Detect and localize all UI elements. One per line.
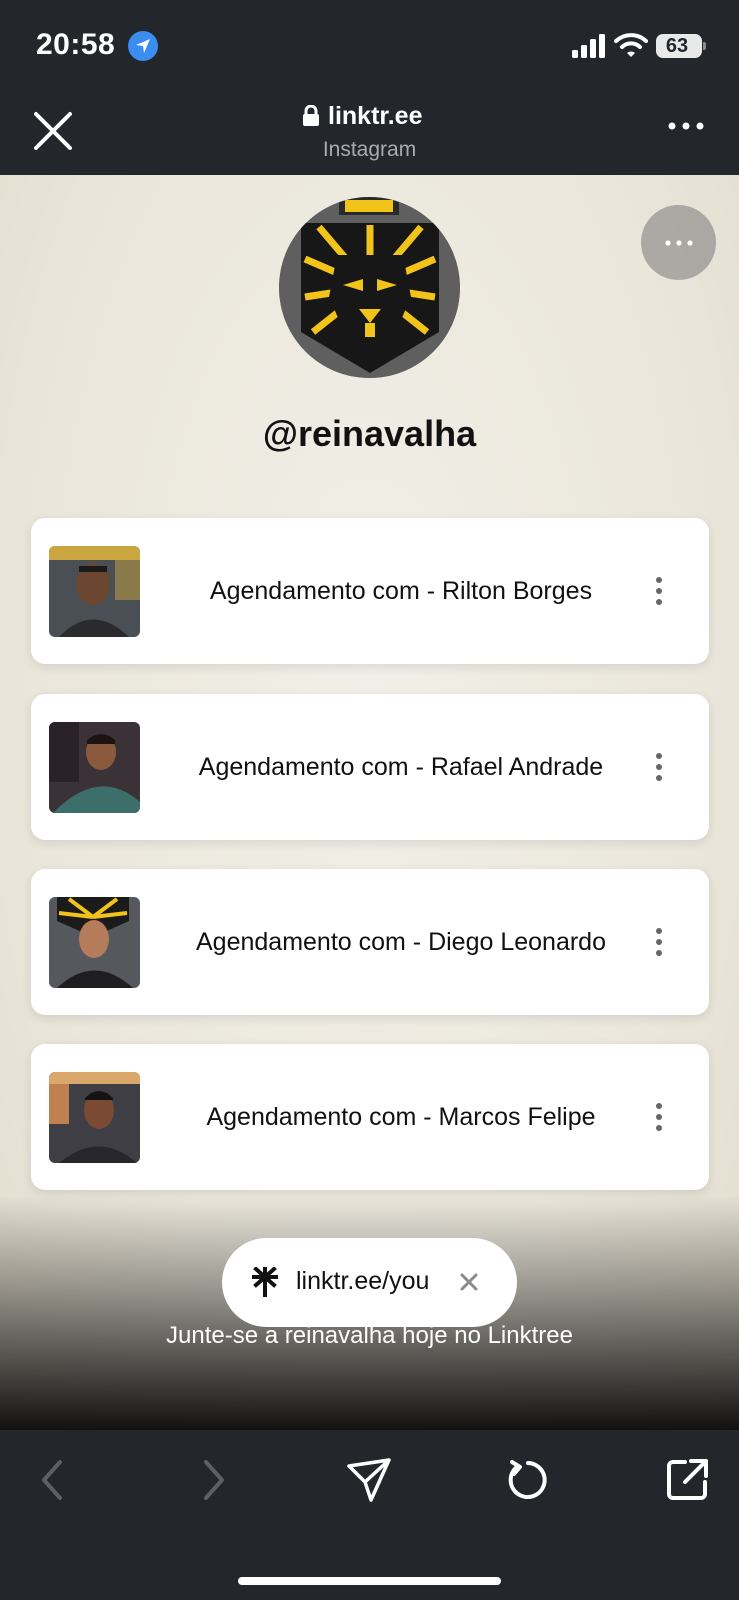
share-icon[interactable]	[345, 1456, 393, 1504]
forward-icon[interactable]	[188, 1456, 236, 1504]
battery-level: 63	[665, 35, 689, 57]
link-thumbnail	[49, 546, 140, 637]
link-card-rafael[interactable]: Agendamento com - Rafael Andrade	[31, 694, 709, 840]
location-arrow-icon	[128, 31, 158, 61]
link-options-icon[interactable]	[649, 576, 669, 606]
browser-header: linktr.ee Instagram	[0, 92, 739, 175]
link-thumbnail	[49, 897, 140, 988]
link-options-icon[interactable]	[649, 927, 669, 957]
reload-icon[interactable]	[504, 1456, 552, 1504]
link-thumbnail	[49, 722, 140, 813]
browser-toolbar	[0, 1430, 739, 1600]
link-card-rilton[interactable]: Agendamento com - Rilton Borges	[31, 518, 709, 664]
wifi-icon	[614, 33, 648, 57]
link-thumbnail	[49, 1072, 140, 1163]
link-label: Agendamento com - Marcos Felipe	[206, 1102, 596, 1131]
lock-icon	[303, 105, 319, 126]
profile-share-button[interactable]	[641, 205, 716, 280]
status-time: 20:58	[36, 28, 116, 61]
battery-cap	[703, 42, 706, 50]
status-bar: 20:58 63	[0, 0, 739, 92]
link-label: Agendamento com - Rilton Borges	[209, 576, 593, 605]
open-external-icon[interactable]	[663, 1456, 711, 1504]
join-pill-text: linktr.ee/you	[296, 1267, 430, 1295]
more-horizontal-icon	[665, 240, 693, 246]
link-label: Agendamento com - Rafael Andrade	[198, 752, 604, 781]
back-icon[interactable]	[30, 1456, 78, 1504]
link-card-diego[interactable]: Agendamento com - Diego Leonardo	[31, 869, 709, 1015]
url-text[interactable]: linktr.ee	[328, 102, 423, 131]
linktree-logo-icon	[252, 1267, 278, 1297]
dismiss-close-icon[interactable]	[459, 1272, 479, 1292]
battery-icon: 63	[656, 34, 702, 58]
signal-icon	[572, 34, 605, 58]
avatar	[279, 197, 460, 378]
linktree-page: @reinavalha Agendamento com - Rilton Bor…	[0, 175, 739, 1430]
home-indicator[interactable]	[238, 1577, 501, 1585]
source-app-label: Instagram	[322, 138, 417, 161]
link-card-marcos[interactable]: Agendamento com - Marcos Felipe	[31, 1044, 709, 1190]
link-label: Agendamento com - Diego Leonardo	[196, 927, 606, 956]
join-linktree-pill[interactable]: linktr.ee/you	[222, 1238, 517, 1327]
join-linktree-text[interactable]: Junte-se a reinavalha hoje no Linktree	[0, 1322, 739, 1350]
profile-username: @reinavalha	[262, 413, 477, 454]
link-options-icon[interactable]	[649, 1102, 669, 1132]
more-icon[interactable]	[668, 119, 704, 133]
link-options-icon[interactable]	[649, 752, 669, 782]
